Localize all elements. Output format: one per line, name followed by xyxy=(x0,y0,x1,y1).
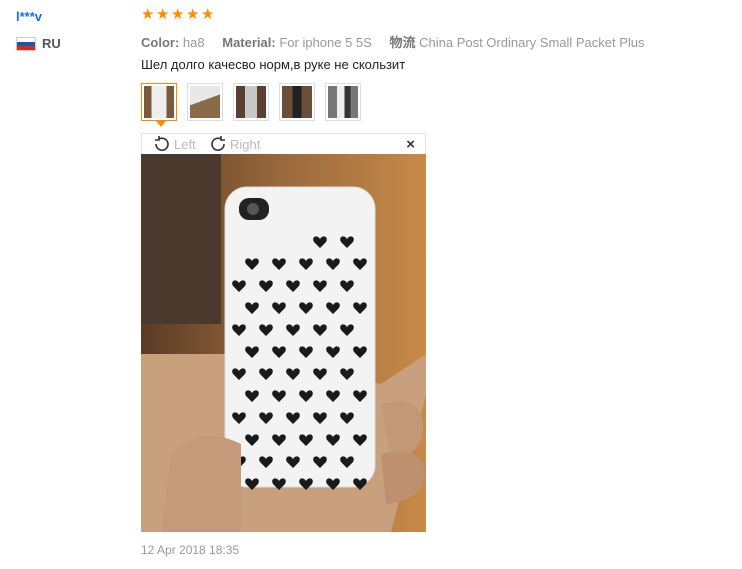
thumbnail-5[interactable] xyxy=(325,83,361,121)
star-icon: ★ xyxy=(201,6,215,23)
phone-case-photo xyxy=(141,154,426,532)
rotate-left-label: Left xyxy=(174,136,196,152)
order-attributes: Color: ha8 Material: For iphone 5 5S 物流 … xyxy=(141,32,645,51)
thumbnail-4[interactable] xyxy=(279,83,315,121)
phone-case-photo-icon xyxy=(282,86,312,118)
thumbnail-3[interactable] xyxy=(233,83,269,121)
rotate-right-icon xyxy=(211,136,225,151)
phone-case-photo-icon xyxy=(190,86,220,118)
thumbnail-2[interactable] xyxy=(187,83,223,121)
phone-case-photo-icon xyxy=(144,86,174,118)
country-code: RU xyxy=(42,36,61,51)
color-label: Color: xyxy=(141,35,180,50)
rotate-left-button[interactable]: Left xyxy=(152,135,196,153)
material-label: Material: xyxy=(222,35,276,50)
review-date: 12 Apr 2018 18:35 xyxy=(141,543,240,557)
feedback-text: Шел долго качесво норм,в руке не скользи… xyxy=(141,57,406,72)
rotate-right-button[interactable]: Right xyxy=(208,135,260,153)
close-icon[interactable]: × xyxy=(406,136,415,153)
star-icon: ★ xyxy=(141,6,155,23)
color-value: ha8 xyxy=(182,35,205,50)
star-icon: ★ xyxy=(171,6,185,23)
rotate-left-icon xyxy=(155,136,169,151)
reviewer-name[interactable]: l***v xyxy=(16,9,42,24)
photo-thumbnails xyxy=(141,83,361,127)
material-value: For iphone 5 5S xyxy=(279,35,372,50)
rotate-right-label: Right xyxy=(230,136,261,152)
star-icon: ★ xyxy=(186,6,200,23)
phone-case-photo-icon xyxy=(328,86,358,118)
review-photo xyxy=(141,154,426,532)
reviewer-country: RU xyxy=(16,36,61,51)
russia-flag-icon xyxy=(16,36,36,51)
image-viewer-toolbar: Left Right × xyxy=(141,133,426,154)
star-rating: ★ ★ ★ ★ ★ xyxy=(141,6,215,23)
thumbnail-1[interactable] xyxy=(141,83,177,127)
shipping-label: 物流 xyxy=(389,35,416,50)
phone-case-photo-icon xyxy=(236,86,266,118)
shipping-value: China Post Ordinary Small Packet Plus xyxy=(419,35,645,50)
star-icon: ★ xyxy=(156,6,170,23)
